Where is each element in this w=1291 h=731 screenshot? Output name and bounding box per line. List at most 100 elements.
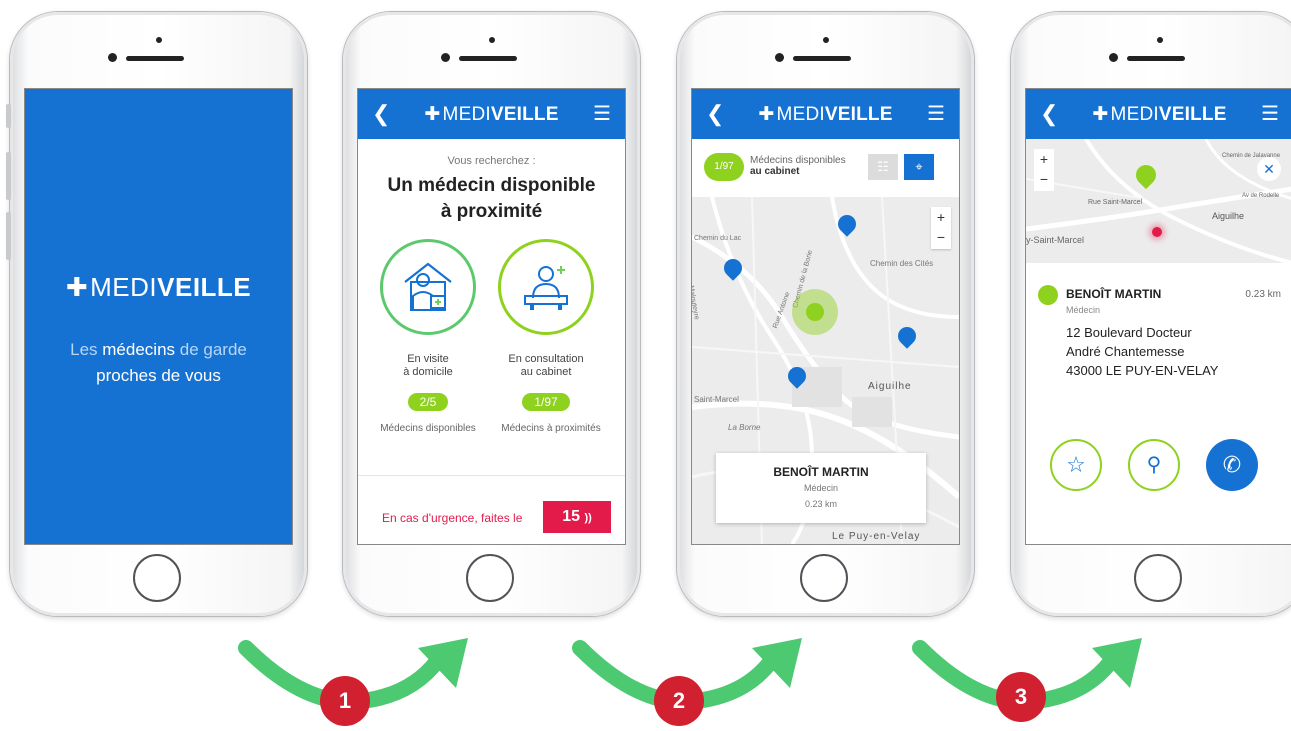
office-consult-caption: Médecins à proximités bbox=[501, 423, 601, 434]
doctor-name: BENOÎT MARTIN bbox=[1066, 287, 1162, 301]
title-line1: Un médecin disponible bbox=[387, 175, 596, 196]
phone-3: ❮ ✚ MEDIVEILLE ☰ 1/97 Médecins disponible… bbox=[677, 12, 974, 616]
opt1-line1: En visite bbox=[407, 353, 449, 365]
logo-bold: VEILLE bbox=[824, 104, 893, 125]
zoom-out-button[interactable]: − bbox=[931, 227, 951, 247]
home-button[interactable] bbox=[1134, 554, 1182, 602]
app-logo: ✚ MEDIVEILLE bbox=[1026, 103, 1291, 126]
phone-1: ✚MEDIVEILLE Les médecins de garde proche… bbox=[6, 12, 307, 616]
map-label: La Borne bbox=[728, 423, 761, 432]
splash-screen: ✚MEDIVEILLE Les médecins de garde proche… bbox=[25, 89, 292, 544]
zoom-controls: + − bbox=[1034, 149, 1054, 191]
doctor-role: Médecin bbox=[1066, 305, 1101, 315]
sensor bbox=[1157, 37, 1163, 43]
filter-line2: au cabinet bbox=[750, 166, 800, 177]
doctor-card[interactable]: BENOÎT MARTIN Médecin 0.23 km bbox=[716, 453, 926, 523]
directions-icon[interactable]: ⚲ bbox=[1128, 439, 1180, 491]
speaker bbox=[1127, 56, 1185, 61]
tag-highlight: médecins bbox=[102, 340, 176, 359]
phone-call-icon[interactable]: ✆ bbox=[1206, 439, 1258, 491]
doctor-address: 12 Boulevard Docteur André Chantemesse 4… bbox=[1066, 323, 1218, 380]
address-line3: 43000 LE PUY-EN-VELAY bbox=[1066, 363, 1219, 378]
logo-light: MEDI bbox=[776, 104, 825, 125]
home-visit-caption: Médecins disponibles bbox=[380, 423, 476, 434]
splash-logo: ✚MEDIVEILLE bbox=[25, 272, 292, 303]
doctor-role: Médecin bbox=[803, 483, 839, 493]
camera bbox=[1109, 53, 1118, 62]
map-area[interactable]: Chemin du Lac Chemin des Cités Aiguilhe … bbox=[692, 197, 959, 544]
map-label: Chemin des Cités bbox=[870, 259, 934, 268]
urgent-number: 15 bbox=[562, 508, 580, 525]
zoom-in-button[interactable]: + bbox=[931, 207, 951, 227]
logo-cross-icon: ✚ bbox=[758, 104, 775, 125]
app-logo: ✚ MEDIVEILLE bbox=[358, 103, 625, 126]
signal-icon: )) bbox=[584, 512, 592, 524]
list-view-icon[interactable]: ☷ bbox=[868, 154, 898, 180]
close-icon[interactable]: ✕ bbox=[1257, 157, 1281, 181]
logo-bold: VEILLE bbox=[1158, 104, 1227, 125]
selected-doctor-pin-icon[interactable] bbox=[806, 303, 824, 321]
home-visit-button[interactable] bbox=[380, 239, 476, 335]
speaker bbox=[459, 56, 517, 61]
filter-label: Médecins disponibles au cabinet bbox=[750, 155, 846, 177]
volume-up bbox=[6, 152, 11, 200]
filter-line1: Médecins disponibles bbox=[750, 155, 846, 166]
app-bar: ❮ ✚ MEDIVEILLE ☰ bbox=[358, 89, 625, 139]
step-3-badge: 3 bbox=[996, 672, 1046, 722]
urgent-text: En cas d'urgence, faites le bbox=[382, 511, 523, 525]
map-label: Av de Rodelle bbox=[1242, 193, 1280, 199]
hamburger-menu-icon[interactable]: ☰ bbox=[927, 101, 945, 126]
page-title: Un médecin disponible à proximité bbox=[358, 173, 625, 225]
logo-light: MEDI bbox=[1110, 104, 1159, 125]
app-bar: ❮ ✚ MEDIVEILLE ☰ bbox=[1026, 89, 1291, 139]
volume-down bbox=[6, 212, 11, 260]
tag-pre: Les bbox=[70, 340, 103, 359]
logo-light: MEDI bbox=[90, 272, 158, 302]
map-label: Chemin du Lac bbox=[694, 235, 742, 242]
user-location-icon bbox=[1152, 227, 1162, 237]
home-button[interactable] bbox=[133, 554, 181, 602]
zoom-out-button[interactable]: − bbox=[1034, 169, 1054, 189]
office-consult-button[interactable] bbox=[498, 239, 594, 335]
map-label: Le Puy-en-Velay bbox=[832, 531, 921, 542]
splash-background: ✚MEDIVEILLE Les médecins de garde proche… bbox=[25, 89, 292, 544]
opt2-line1: En consultation bbox=[508, 353, 584, 365]
divider bbox=[358, 475, 625, 476]
logo-bold: VEILLE bbox=[157, 272, 252, 302]
logo-cross-icon: ✚ bbox=[1092, 104, 1109, 125]
zoom-in-button[interactable]: + bbox=[1034, 149, 1054, 169]
sensor bbox=[489, 37, 495, 43]
map-label: y-Saint-Marcel bbox=[1026, 235, 1085, 245]
sensor bbox=[156, 37, 162, 43]
home-visit-count-wrap: 2/5 bbox=[378, 393, 478, 411]
filter-bar: 1/97 Médecins disponibles au cabinet ☷ ⌖ bbox=[692, 139, 959, 197]
logo-cross-icon: ✚ bbox=[424, 104, 441, 125]
home-button[interactable] bbox=[800, 554, 848, 602]
splash-tagline: Les médecins de garde proches de vous bbox=[65, 337, 252, 389]
home-visit-count: 2/5 bbox=[407, 393, 449, 411]
house-doctor-icon bbox=[404, 262, 452, 311]
doctor-name: BENOÎT MARTIN bbox=[773, 465, 869, 479]
map-label: Saint-Marcel bbox=[694, 395, 739, 404]
hamburger-menu-icon[interactable]: ☰ bbox=[593, 101, 611, 126]
sensor bbox=[823, 37, 829, 43]
doctor-avatar-icon bbox=[1038, 285, 1058, 305]
map-label: Aiguilhe bbox=[868, 381, 912, 392]
detail-screen: ❮ ✚ MEDIVEILLE ☰ Rue Saint-Marcel y-Saint… bbox=[1026, 89, 1291, 544]
home-button[interactable] bbox=[466, 554, 514, 602]
map-view-icon[interactable]: ⌖ bbox=[904, 154, 934, 180]
favorite-star-icon[interactable]: ☆ bbox=[1050, 439, 1102, 491]
mute-switch bbox=[6, 104, 11, 128]
logo-cross-icon: ✚ bbox=[65, 272, 89, 302]
office-consult-label: En consultation au cabinet bbox=[496, 353, 596, 379]
mini-map[interactable]: Rue Saint-Marcel y-Saint-Marcel Aiguilhe… bbox=[1026, 139, 1291, 263]
call-15-button[interactable]: 15 )) bbox=[543, 501, 611, 533]
phone-4: ❮ ✚ MEDIVEILLE ☰ Rue Saint-Marcel y-Saint… bbox=[1011, 12, 1291, 616]
title-line2: à proximité bbox=[440, 201, 543, 222]
app-logo: ✚ MEDIVEILLE bbox=[692, 103, 959, 126]
doctor-desk-icon bbox=[524, 266, 568, 310]
choice-screen: ❮ ✚ MEDIVEILLE ☰ Vous recherchez : Un méd… bbox=[358, 89, 625, 544]
home-visit-label: En visite à domicile bbox=[378, 353, 478, 379]
address-line2: André Chantemesse bbox=[1066, 344, 1185, 359]
hamburger-menu-icon[interactable]: ☰ bbox=[1261, 101, 1279, 126]
